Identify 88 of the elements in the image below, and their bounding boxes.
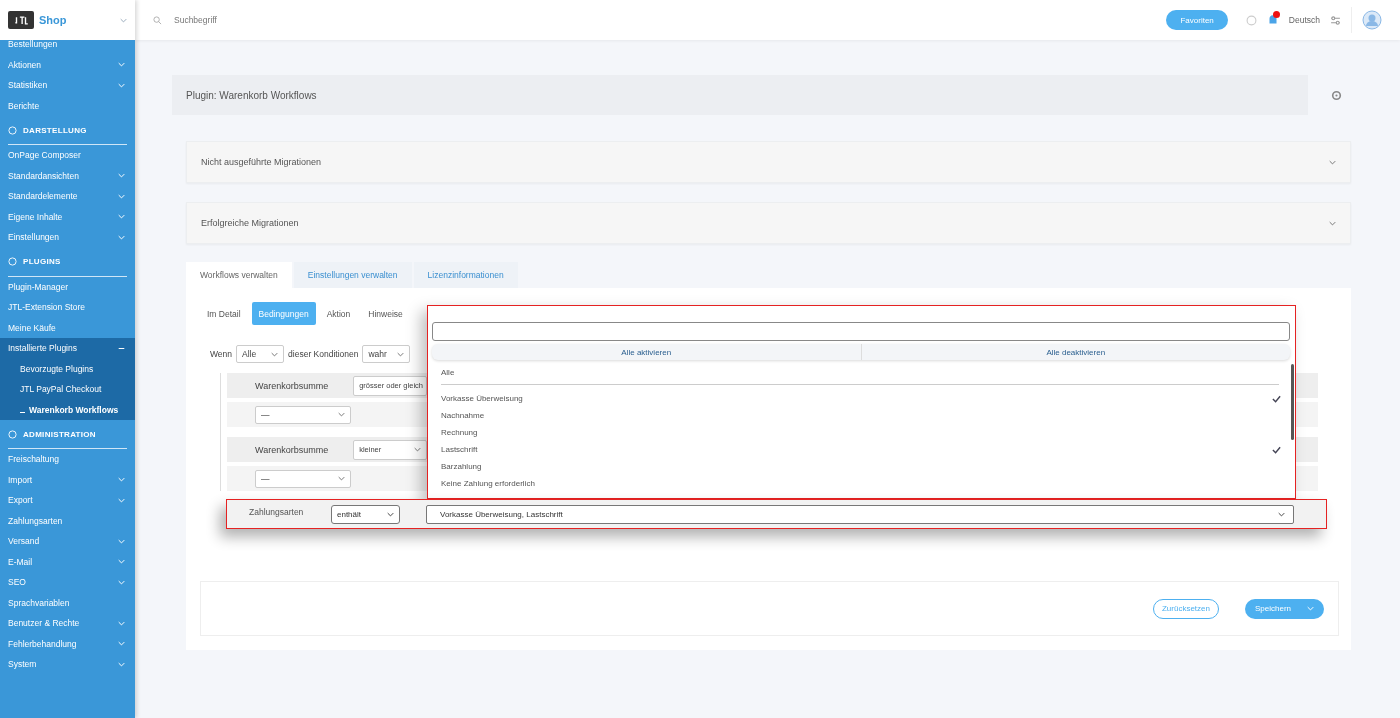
sidebar-item[interactable]: Plugin-Manager — [0, 276, 135, 297]
section-icon — [8, 125, 17, 135]
sub-tab[interactable]: Im Detail — [200, 302, 248, 325]
search-icon — [153, 15, 162, 25]
language-selector[interactable]: Deutsch — [1288, 15, 1320, 25]
select-field[interactable]: wahr — [362, 345, 411, 363]
dropdown-option[interactable]: Barzahlung — [441, 458, 1281, 475]
sidebar-item[interactable]: Statistiken — [0, 75, 135, 96]
save-button[interactable]: Speichern — [1244, 598, 1324, 619]
logo-text: Shop — [39, 14, 67, 26]
chevron-down-icon — [271, 351, 279, 357]
chevron-down-icon — [338, 412, 345, 417]
dropdown-option[interactable]: Vorkasse Überweisung — [441, 390, 1281, 407]
section-heading: DARSTELLUNG — [23, 125, 87, 135]
sidebar-item[interactable]: Eigene Inhalte — [0, 206, 135, 227]
sidebar-item[interactable]: OnPage Composer — [0, 145, 135, 166]
chevron-down-icon — [1329, 159, 1336, 165]
sub-tab[interactable]: Aktion — [319, 302, 358, 325]
sub-tab[interactable]: Hinweise — [361, 302, 410, 325]
sidebar-item[interactable]: Meine Käufe — [0, 317, 135, 338]
reset-button[interactable]: Zurücksetzen — [1152, 598, 1219, 619]
sidebar-item[interactable]: Standardansichten — [0, 165, 135, 186]
sidebar-item[interactable]: Fehlerbehandlung — [0, 633, 135, 654]
favorites-button[interactable]: Favoriten — [1166, 10, 1228, 30]
sidebar-item[interactable]: Sprachvariablen — [0, 592, 135, 613]
sidebar-item[interactable]: Bestellungen — [0, 34, 135, 55]
dropdown-option[interactable]: Keine Zahlung erforderlich — [441, 475, 1281, 492]
sidebar-item[interactable]: Export — [0, 490, 135, 511]
select-field[interactable]: Alle — [236, 345, 285, 363]
caret-icon — [1307, 606, 1314, 611]
condition-field: Warenkorbsumme — [255, 444, 329, 455]
tab[interactable]: Lizenzinformationen — [413, 262, 518, 288]
sidebar-subitem[interactable]: JTL PayPal Checkout — [0, 379, 135, 400]
sidebar-item[interactable]: Aktionen — [0, 54, 135, 75]
sidebar-item[interactable]: Standardelemente — [0, 186, 135, 207]
condition-field: Zahlungsarten — [249, 507, 331, 517]
dropdown-option[interactable]: Rechnung — [441, 424, 1281, 441]
chevron-down-icon — [338, 476, 345, 481]
operator-select[interactable]: enthält — [331, 504, 400, 524]
toggle-all-button[interactable]: Alle deaktivieren — [860, 344, 1290, 360]
dropdown-option[interactable]: Nachnahme — [441, 407, 1281, 424]
rule-label: Wenn — [210, 349, 233, 359]
sidebar-item[interactable]: Einstellungen — [0, 227, 135, 248]
tab[interactable]: Workflows verwalten — [186, 262, 292, 288]
accordion-panel[interactable]: Erfolgreiche Migrationen — [186, 202, 1351, 244]
user-avatar-icon[interactable] — [1362, 10, 1382, 30]
sliders-icon[interactable] — [1330, 14, 1341, 26]
chevron-down-icon — [120, 17, 127, 23]
sidebar-item[interactable]: SEO — [0, 572, 135, 593]
page-title: Plugin: Warenkorb Workflows — [172, 75, 1308, 115]
sidebar-subitem[interactable]: Warenkorb Workflows — [0, 399, 135, 420]
sidebar-item[interactable]: JTL-Extension Store — [0, 297, 135, 318]
sidebar-item[interactable]: Benutzer & Rechte — [0, 613, 135, 634]
sidebar-item[interactable]: Versand — [0, 531, 135, 552]
help-icon — [1245, 14, 1257, 26]
sidebar-item[interactable]: Freischaltung — [0, 449, 135, 470]
section-heading: ADMINISTRATION — [23, 429, 96, 439]
chevron-down-icon — [397, 351, 405, 357]
sidebar-item[interactable]: Zahlungsarten — [0, 510, 135, 531]
sidebar-item[interactable]: Installierte Plugins — [0, 338, 135, 359]
sidebar-item[interactable]: System — [0, 654, 135, 675]
toggle-all-button[interactable]: Alle aktivieren — [432, 344, 861, 360]
sidebar-item[interactable]: Import — [0, 469, 135, 490]
payment-method-select[interactable]: Vorkasse Überweisung, Lastschrift — [426, 504, 1294, 524]
section-heading: PLUGINS — [23, 257, 61, 266]
sidebar-item[interactable]: Berichte — [0, 95, 135, 116]
filter-field[interactable] — [432, 322, 1290, 341]
section-icon — [8, 257, 17, 266]
gear-icon[interactable] — [1330, 88, 1343, 102]
chevron-down-icon — [1329, 220, 1336, 226]
scrollbar[interactable] — [1291, 364, 1294, 440]
rule-label: dieser Konditionen — [288, 349, 359, 359]
tab[interactable]: Einstellungen verwalten — [293, 262, 412, 288]
chevron-down-icon — [387, 511, 394, 517]
dropdown-option[interactable]: Alle — [441, 364, 1281, 381]
dropdown-option[interactable]: Lastschrift — [441, 441, 1281, 458]
sub-tab[interactable]: Bedingungen — [251, 302, 316, 325]
chevron-down-icon — [1278, 511, 1285, 517]
search-field[interactable]: Suchbegriff — [172, 14, 416, 26]
select-field[interactable]: — — [255, 405, 351, 424]
logo-icon — [8, 11, 34, 29]
sidebar-subitem[interactable]: Bevorzugte Plugins — [0, 358, 135, 379]
select-field[interactable]: — — [255, 469, 351, 488]
accordion-panel[interactable]: Nicht ausgeführte Migrationen — [186, 141, 1351, 183]
condition-field: Warenkorbsumme — [255, 380, 329, 391]
sidebar-item[interactable]: E-Mail — [0, 551, 135, 572]
chevron-down-icon — [414, 447, 422, 452]
section-icon — [8, 429, 17, 439]
